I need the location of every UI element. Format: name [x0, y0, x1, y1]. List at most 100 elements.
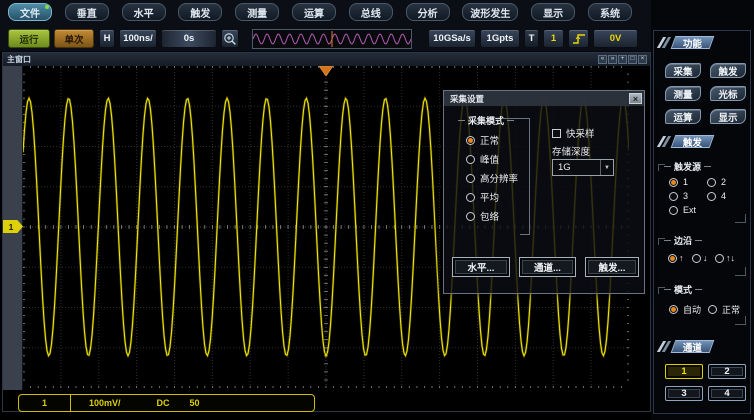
edge-option-rising[interactable]: ↑ — [668, 253, 684, 263]
radio-icon[interactable] — [466, 155, 475, 164]
window-title-bar: 主窗口 — [3, 53, 650, 66]
mode-option-envelope[interactable]: 包络 — [466, 209, 499, 223]
sidebar-display-button[interactable]: 显示 — [710, 109, 746, 124]
radio-icon[interactable] — [708, 305, 717, 314]
menu-bus[interactable]: 总线 — [349, 3, 393, 21]
mode-label: 模式 — [664, 283, 746, 296]
fast-sample-label: 快采样 — [566, 126, 595, 140]
fast-sample-option[interactable]: 快采样 — [552, 126, 595, 140]
toolbar: 运行 单次 H 100ns/ 0s 10GSa/s 1Gpts T 1 0V — [0, 25, 651, 52]
menu-display[interactable]: 显示 — [531, 3, 575, 21]
radio-icon[interactable] — [466, 174, 475, 183]
rising-edge-icon[interactable] — [568, 29, 589, 48]
source-option-3[interactable]: 3 — [669, 191, 688, 201]
source-option-1[interactable]: 1 — [669, 177, 688, 187]
memory-depth-dropdown[interactable]: 1G ▼ — [552, 159, 614, 176]
horizontal-settings-button[interactable]: 水平... — [452, 257, 510, 277]
timebase-button[interactable]: 100ns/ — [119, 29, 157, 48]
channel-3-button[interactable]: 3 — [665, 386, 703, 401]
function-header: 功能 — [660, 36, 712, 49]
radio-icon[interactable] — [668, 254, 677, 263]
mode-option-normal[interactable]: 正常 — [466, 133, 499, 147]
menu-system-label: 系统 — [600, 5, 620, 20]
preview-waveform-icon — [253, 30, 411, 48]
menu-file[interactable]: 文件 — [8, 3, 52, 21]
channel-2-button[interactable]: 2 — [708, 364, 746, 379]
sidebar-math-button[interactable]: 运算 — [665, 109, 701, 124]
radio-icon[interactable] — [669, 178, 678, 187]
source-option-4[interactable]: 4 — [707, 191, 726, 201]
badge-coupling: DC — [157, 398, 170, 408]
run-button[interactable]: 运行 — [8, 29, 50, 48]
depth-label: 存储深度 — [552, 144, 590, 158]
depth-value: 1G — [553, 162, 600, 173]
trigger-source-button[interactable]: 1 — [543, 29, 564, 48]
radio-icon[interactable] — [707, 178, 716, 187]
pan-left-icon[interactable]: « — [598, 55, 607, 64]
source-option-ext[interactable]: Ext — [669, 205, 696, 215]
menu-analysis[interactable]: 分析 — [406, 3, 450, 21]
radio-icon[interactable] — [669, 305, 678, 314]
radio-icon[interactable] — [692, 254, 701, 263]
source-option-2[interactable]: 2 — [707, 177, 726, 187]
trigger-header: 触发 — [660, 135, 712, 148]
trigger-source-label: 触发源 — [664, 160, 746, 173]
window-title: 主窗口 — [7, 54, 31, 65]
mode-group: 模式 自动 正常 — [658, 283, 746, 325]
sidebar-measure-button[interactable]: 测量 — [665, 86, 701, 101]
channel-header: 通道 — [660, 340, 712, 353]
zoom-in-icon[interactable] — [221, 29, 239, 48]
radio-icon[interactable] — [669, 206, 678, 215]
horizontal-button[interactable]: H — [99, 29, 115, 48]
channel-1-button[interactable]: 1 — [665, 364, 703, 379]
mode-envelope-label: 包络 — [480, 209, 499, 223]
radio-icon[interactable] — [466, 193, 475, 202]
menu-trigger-label: 触发 — [190, 5, 210, 20]
menu-bar: 文件 垂直 水平 触发 测量 运算 总线 分析 波形发生 显示 系统 已触发 1… — [0, 0, 754, 25]
edge-option-falling[interactable]: ↓ — [692, 253, 708, 263]
menu-bus-label: 总线 — [361, 5, 381, 20]
channel-4-button[interactable]: 4 — [708, 386, 746, 401]
oscilloscope-app: 文件 垂直 水平 触发 测量 运算 总线 分析 波形发生 显示 系统 已触发 1… — [0, 0, 754, 420]
menu-measure[interactable]: 测量 — [235, 3, 279, 21]
mode-average-label: 平均 — [480, 190, 499, 204]
checkbox-icon[interactable] — [552, 129, 561, 138]
mode-option-average[interactable]: 平均 — [466, 190, 499, 204]
menu-vertical[interactable]: 垂直 — [65, 3, 109, 21]
close-window-icon[interactable]: × — [638, 55, 647, 64]
badge-impedance: 50 — [190, 398, 200, 408]
mode-option-auto[interactable]: 自动 — [669, 303, 701, 316]
menu-math[interactable]: 运算 — [292, 3, 336, 21]
radio-icon[interactable] — [669, 192, 678, 201]
trigger-settings-button[interactable]: 触发... — [585, 257, 639, 277]
menu-trigger[interactable]: 触发 — [178, 3, 222, 21]
radio-icon[interactable] — [466, 136, 475, 145]
radio-icon[interactable] — [707, 192, 716, 201]
badge-channel-number: 1 — [19, 395, 71, 411]
channel-settings-button[interactable]: 通道... — [519, 257, 576, 277]
dialog-title-bar[interactable]: 采集设置 — [444, 91, 644, 106]
radio-icon[interactable] — [466, 212, 475, 221]
zoom-window-icon[interactable]: + — [618, 55, 627, 64]
close-icon[interactable]: × — [629, 93, 642, 104]
trigger-level-button[interactable]: 0V — [593, 29, 638, 48]
mode-option-hires[interactable]: 高分辨率 — [466, 171, 518, 185]
badge-scale: 100mV/ — [89, 398, 121, 408]
menu-system[interactable]: 系统 — [588, 3, 632, 21]
group-bracket — [735, 214, 746, 223]
menu-wavegen[interactable]: 波形发生 — [462, 3, 518, 21]
channel1-badge[interactable]: 1 100mV/ DC 50 — [18, 394, 315, 412]
horizontal-offset-button[interactable]: 0s — [161, 29, 217, 48]
mode-option-normal[interactable]: 正常 — [708, 303, 740, 316]
mode-option-peak[interactable]: 峰值 — [466, 152, 499, 166]
pan-right-icon[interactable]: » — [608, 55, 617, 64]
single-button[interactable]: 单次 — [54, 29, 94, 48]
maximize-icon[interactable]: □ — [628, 55, 637, 64]
sidebar-acquire-button[interactable]: 采集 — [665, 63, 701, 78]
menu-horizontal[interactable]: 水平 — [122, 3, 166, 21]
waveform-preview[interactable] — [252, 29, 412, 49]
sidebar-cursor-button[interactable]: 光标 — [710, 86, 746, 101]
sidebar-trigger-button[interactable]: 触发 — [710, 63, 746, 78]
radio-icon[interactable] — [715, 254, 724, 263]
edge-option-either[interactable]: ↑↓ — [715, 253, 735, 263]
